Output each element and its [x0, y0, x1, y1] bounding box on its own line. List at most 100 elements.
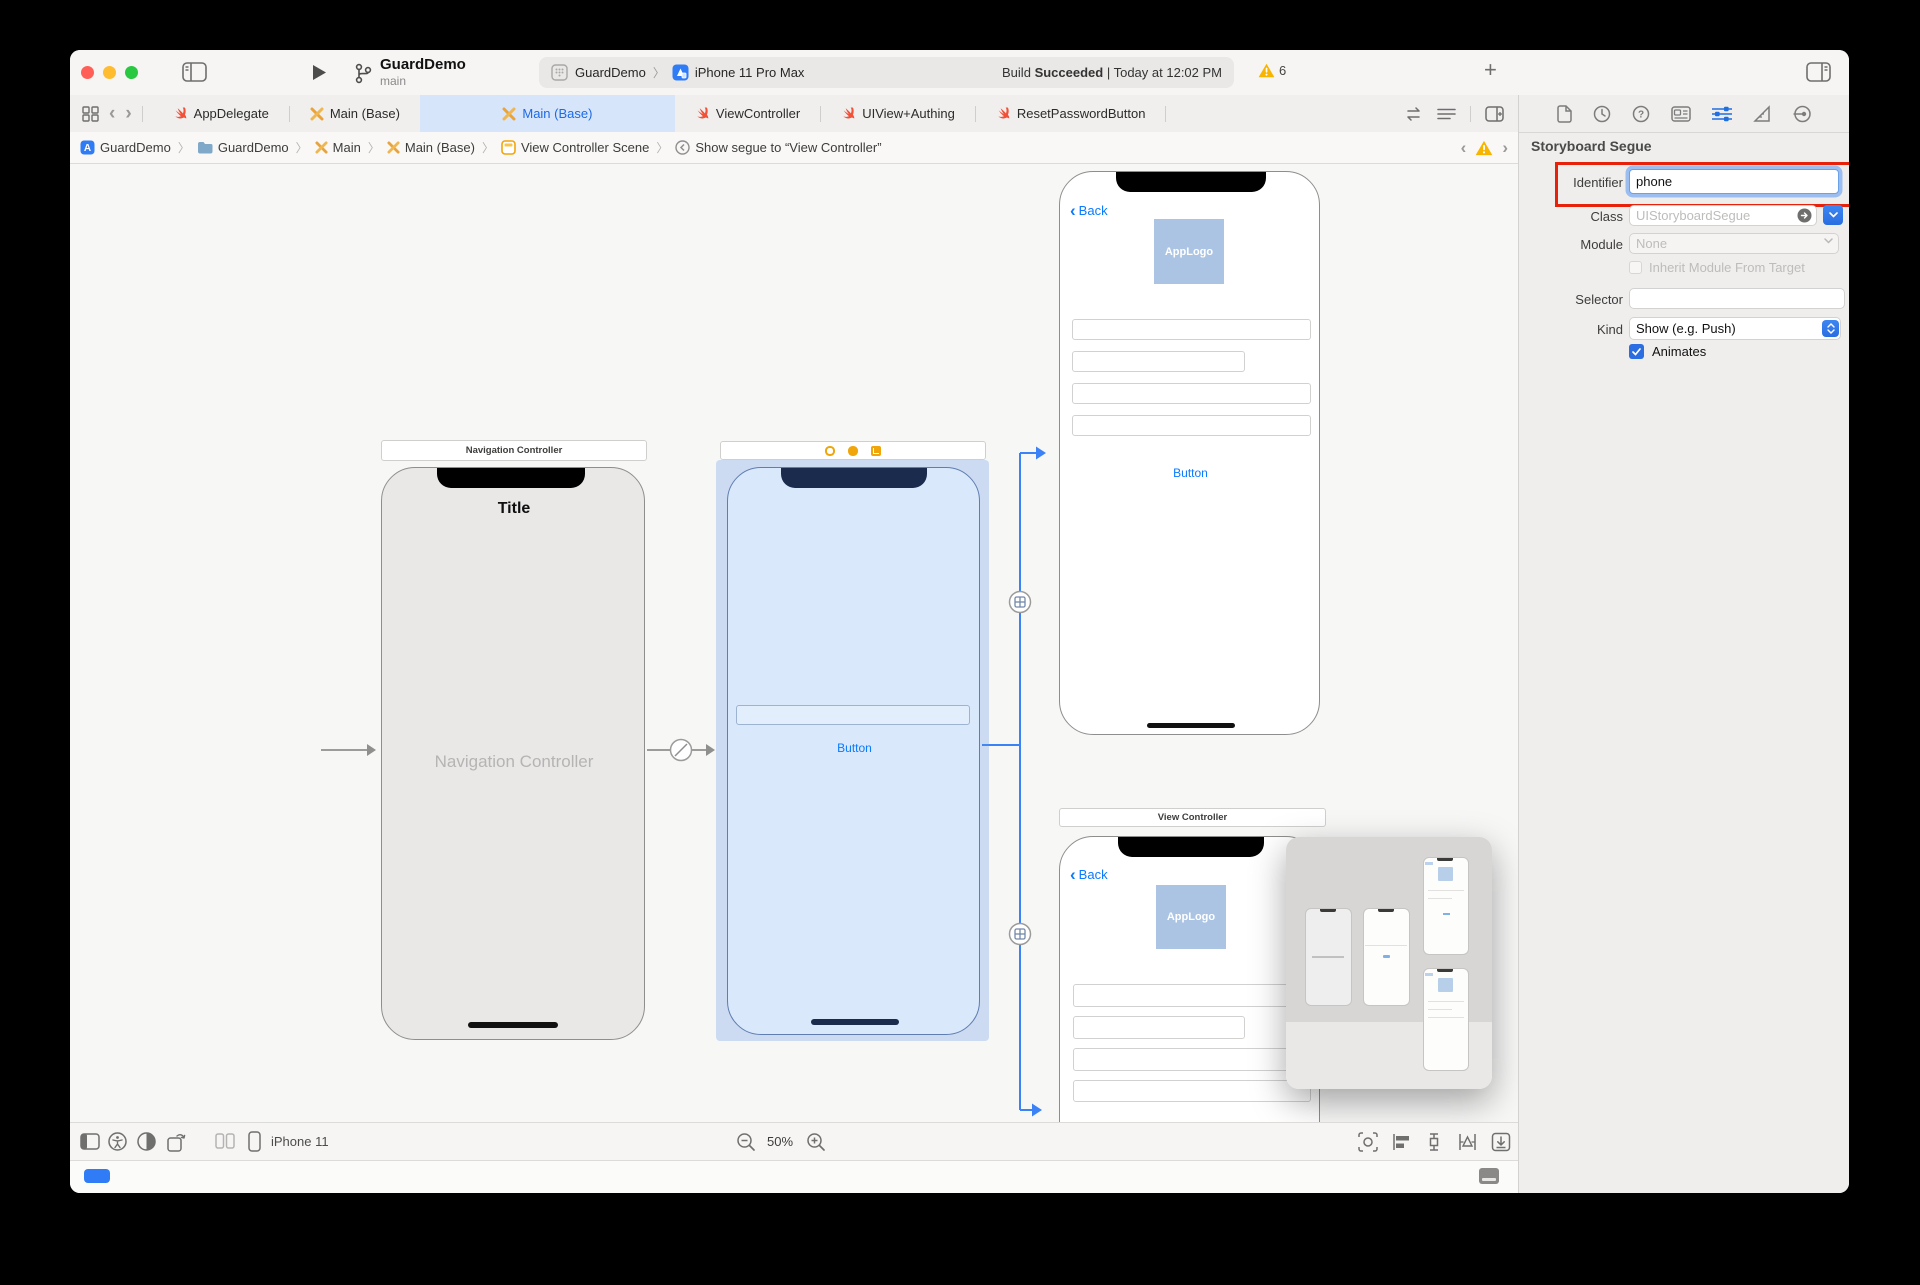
go-back-button[interactable]: ‹	[109, 103, 115, 125]
tab-uiview-authing[interactable]: UIView+Authing	[821, 95, 975, 132]
adjust-editor-options-icon[interactable]	[1437, 107, 1456, 121]
bottom-field-2[interactable]	[1073, 1016, 1245, 1039]
kind-stepper-icon[interactable]	[1822, 320, 1839, 337]
storyboard-minimap-panel[interactable]	[1286, 837, 1492, 1089]
app-logo-view[interactable]: AppLogo	[1156, 885, 1226, 949]
scheme-project-name[interactable]: GuardDemo	[575, 65, 646, 80]
selector-label: Selector	[1519, 292, 1623, 307]
align-icon[interactable]	[1391, 1133, 1411, 1151]
signup-field-4[interactable]	[1072, 415, 1311, 436]
inspector-panel: ? Storyboard Segue Identifier Class Modu…	[1518, 95, 1849, 1193]
class-jump-icon[interactable]	[1797, 208, 1812, 223]
app-logo-view[interactable]: AppLogo	[1154, 219, 1224, 284]
nav-controller-phone[interactable]: Title Navigation Controller	[381, 467, 645, 1040]
add-constraints-icon[interactable]	[1424, 1132, 1444, 1152]
toggle-inspector-icon[interactable]	[1806, 62, 1831, 82]
connections-inspector-icon[interactable]	[1793, 105, 1812, 123]
view-controller-dock-icon[interactable]	[825, 446, 835, 456]
signup-phone[interactable]: ‹ Back AppLogo Button	[1059, 171, 1320, 735]
activity-indicator-pill[interactable]	[84, 1169, 110, 1183]
scheme-selector[interactable]: GuardDemo 〉 iPhone 11 Pro Max Build Succ…	[539, 57, 1234, 88]
exit-dock-icon[interactable]	[871, 446, 881, 456]
tab-main-base-selected[interactable]: Main (Base)	[420, 95, 675, 132]
identifier-input[interactable]	[1629, 169, 1839, 194]
bottom-field-3[interactable]	[1073, 1048, 1311, 1071]
resolve-autolayout-icon[interactable]	[1457, 1132, 1478, 1152]
zoom-in-button[interactable]	[806, 1132, 826, 1152]
run-button[interactable]	[310, 63, 328, 82]
history-inspector-icon[interactable]	[1593, 105, 1611, 123]
login-scene-dock[interactable]	[720, 441, 986, 460]
appearance-toggle-icon[interactable]	[137, 1132, 156, 1151]
tab-appdelegate[interactable]: AppDelegate	[153, 95, 289, 132]
go-forward-button[interactable]: ›	[125, 103, 131, 125]
file-inspector-icon[interactable]	[1557, 105, 1572, 123]
animates-checkbox[interactable]	[1629, 344, 1644, 359]
breadcrumb-main-base[interactable]: Main (Base)	[387, 140, 475, 155]
breadcrumb-project[interactable]: A GuardDemo	[80, 140, 171, 155]
minimap-thumb-login	[1363, 908, 1410, 1006]
size-inspector-icon[interactable]	[1753, 105, 1772, 123]
tab-main-base-1[interactable]: Main (Base)	[290, 95, 420, 132]
signup-field-3[interactable]	[1072, 383, 1311, 404]
add-editor-icon[interactable]	[1485, 106, 1504, 122]
editor-tab-bar: ‹ › AppDelegate Main (Base) Main (Base) …	[70, 95, 1518, 133]
identity-inspector-icon[interactable]	[1671, 106, 1691, 122]
device-icon[interactable]	[248, 1131, 261, 1152]
zoom-out-button[interactable]	[736, 1132, 756, 1152]
scheme-device-name[interactable]: iPhone 11 Pro Max	[695, 65, 805, 80]
toggle-document-outline-icon[interactable]	[80, 1133, 100, 1150]
previous-issue-button[interactable]: ‹	[1461, 138, 1467, 158]
nav-bar-title[interactable]: Title	[382, 500, 646, 518]
code-review-icon[interactable]	[1404, 107, 1423, 121]
device-name[interactable]: iPhone 11	[271, 1134, 329, 1149]
zoom-window-button[interactable]	[125, 66, 138, 79]
embed-icon[interactable]	[1491, 1132, 1511, 1152]
breadcrumb-scene[interactable]: View Controller Scene	[501, 140, 649, 155]
view-controller-scene-label[interactable]: View Controller	[1059, 808, 1326, 827]
quick-help-inspector-icon[interactable]: ?	[1632, 105, 1650, 123]
storyboard-canvas[interactable]: Navigation Controller Title Navigation C…	[70, 164, 1518, 1122]
minimize-window-button[interactable]	[103, 66, 116, 79]
kind-select[interactable]: Show (e.g. Push)	[1629, 317, 1841, 340]
related-items-icon[interactable]	[82, 106, 99, 122]
storyboard-icon	[387, 141, 400, 154]
next-issue-button[interactable]: ›	[1502, 138, 1508, 158]
toggle-navigator-icon[interactable]	[182, 62, 207, 82]
login-text-field[interactable]	[736, 705, 970, 725]
swift-file-icon	[996, 106, 1011, 121]
login-phone[interactable]: Button	[727, 467, 980, 1035]
bottom-field-4[interactable]	[1073, 1080, 1311, 1102]
first-responder-dock-icon[interactable]	[848, 446, 858, 456]
back-button[interactable]: ‹ Back	[1070, 867, 1108, 882]
breadcrumb-group[interactable]: GuardDemo	[197, 140, 289, 155]
back-button[interactable]: ‹ Back	[1070, 203, 1108, 218]
class-dropdown-button[interactable]	[1823, 205, 1843, 225]
kind-label: Kind	[1519, 322, 1623, 337]
dock-panel-icon[interactable]	[1478, 1167, 1500, 1185]
tab-resetpasswordbutton[interactable]: ResetPasswordButton	[976, 95, 1166, 132]
close-window-button[interactable]	[81, 66, 94, 79]
login-button[interactable]: Button	[728, 741, 981, 755]
breadcrumb-segue[interactable]: Show segue to “View Controller”	[675, 140, 881, 155]
nav-controller-scene-label[interactable]: Navigation Controller	[381, 440, 647, 461]
tab-viewcontroller[interactable]: ViewController	[675, 95, 820, 132]
orientation-icon[interactable]	[166, 1132, 187, 1152]
zoom-level[interactable]: 50%	[767, 1134, 793, 1149]
bottom-phone[interactable]: ‹ Back AppLogo	[1059, 836, 1320, 1122]
new-tab-button[interactable]: +	[1484, 57, 1497, 83]
breadcrumb-main[interactable]: Main	[315, 140, 361, 155]
attributes-inspector-icon[interactable]	[1712, 106, 1732, 122]
selector-input[interactable]	[1629, 288, 1845, 309]
signup-field-1[interactable]	[1072, 319, 1311, 340]
signup-field-2[interactable]	[1072, 351, 1245, 372]
animates-label: Animates	[1652, 344, 1706, 359]
signup-button[interactable]: Button	[1060, 466, 1321, 480]
issue-warning-icon[interactable]	[1475, 140, 1493, 156]
bottom-field-1[interactable]	[1073, 984, 1311, 1007]
accessibility-icon[interactable]	[108, 1132, 127, 1151]
class-input[interactable]	[1629, 205, 1817, 226]
warning-count-badge[interactable]: 6	[1258, 63, 1286, 78]
split-editor-icon[interactable]	[215, 1133, 235, 1149]
update-frames-icon[interactable]	[1358, 1132, 1378, 1152]
